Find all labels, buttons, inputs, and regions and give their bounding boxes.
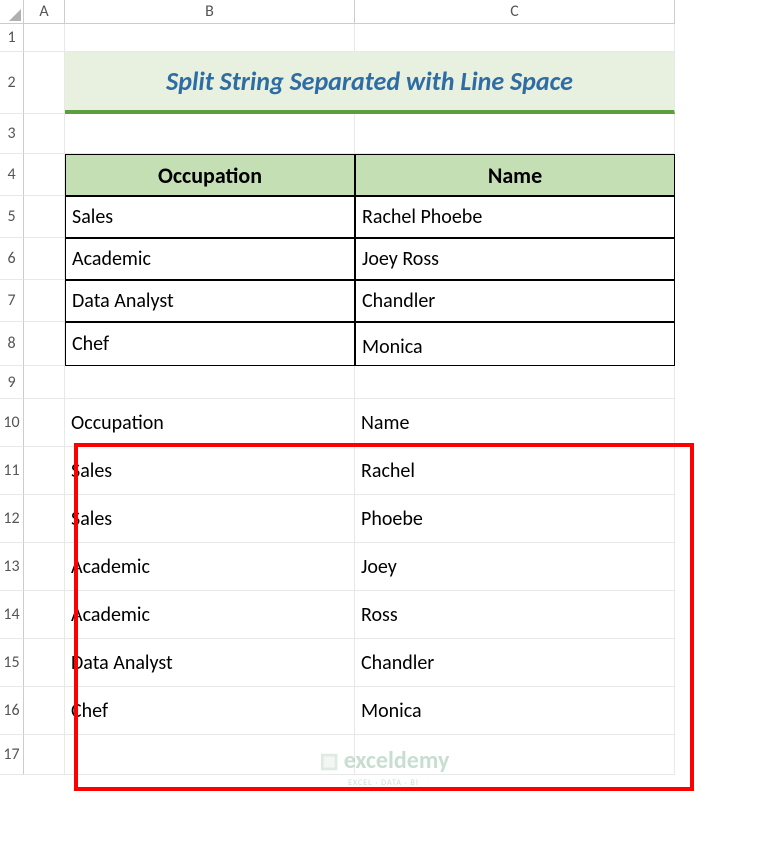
row-header-5[interactable]: 5 <box>0 196 24 238</box>
cell-b9[interactable] <box>65 366 355 399</box>
row-header-3[interactable]: 3 <box>0 114 24 154</box>
cell-a13[interactable] <box>24 543 65 591</box>
cell-a3[interactable] <box>24 114 65 154</box>
result-row[interactable]: Ross <box>355 591 675 639</box>
row-header-14[interactable]: 14 <box>0 591 24 639</box>
result-row[interactable]: Chef <box>65 687 355 735</box>
row-header-4[interactable]: 4 <box>0 154 24 196</box>
row-header-7[interactable]: 7 <box>0 280 24 322</box>
cell-a4[interactable] <box>24 154 65 196</box>
cell-a9[interactable] <box>24 366 65 399</box>
cell-a5[interactable] <box>24 196 65 238</box>
cell-c3[interactable] <box>355 114 675 154</box>
row-header-2[interactable]: 2 <box>0 52 24 114</box>
select-all-corner[interactable] <box>0 0 24 24</box>
cell-a12[interactable] <box>24 495 65 543</box>
cell-a17[interactable] <box>24 735 65 775</box>
result-row[interactable]: Joey <box>355 543 675 591</box>
spreadsheet-grid: A B C 1 2 Split String Separated with Li… <box>0 0 767 775</box>
title[interactable]: Split String Separated with Line Space <box>65 52 675 114</box>
cell-c17[interactable] <box>355 735 675 775</box>
cell-a14[interactable] <box>24 591 65 639</box>
result-row[interactable]: Monica <box>355 687 675 735</box>
table-header-name[interactable]: Name <box>355 154 675 196</box>
cell-b17[interactable] <box>65 735 355 775</box>
cell-a15[interactable] <box>24 639 65 687</box>
cell-a7[interactable] <box>24 280 65 322</box>
result-row[interactable]: Academic <box>65 591 355 639</box>
cell-a2[interactable] <box>24 52 65 114</box>
table-row[interactable]: Data Analyst <box>65 280 355 322</box>
row-header-16[interactable]: 16 <box>0 687 24 735</box>
row-header-9[interactable]: 9 <box>0 366 24 399</box>
cell-a16[interactable] <box>24 687 65 735</box>
table-row[interactable]: Rachel Phoebe <box>355 196 675 238</box>
col-header-b[interactable]: B <box>65 0 355 24</box>
row-header-11[interactable]: 11 <box>0 447 24 495</box>
col-header-a[interactable]: A <box>24 0 65 24</box>
result-header-occupation[interactable]: Occupation <box>65 399 355 447</box>
row-header-12[interactable]: 12 <box>0 495 24 543</box>
table-row[interactable]: Chef <box>65 322 355 366</box>
result-row[interactable]: Sales <box>65 447 355 495</box>
watermark-sub: EXCEL · DATA · BI <box>318 778 450 788</box>
cell-a10[interactable] <box>24 399 65 447</box>
row-header-13[interactable]: 13 <box>0 543 24 591</box>
result-row[interactable]: Sales <box>65 495 355 543</box>
row-header-8[interactable]: 8 <box>0 322 24 366</box>
cell-b3[interactable] <box>65 114 355 154</box>
result-row[interactable]: Phoebe <box>355 495 675 543</box>
cell-b1[interactable] <box>65 24 355 52</box>
result-row[interactable]: Data Analyst <box>65 639 355 687</box>
table-row[interactable]: Monica <box>355 322 675 366</box>
result-row[interactable]: Rachel <box>355 447 675 495</box>
result-row[interactable]: Chandler <box>355 639 675 687</box>
result-row[interactable]: Academic <box>65 543 355 591</box>
row-header-15[interactable]: 15 <box>0 639 24 687</box>
row-header-6[interactable]: 6 <box>0 238 24 280</box>
row-header-10[interactable]: 10 <box>0 399 24 447</box>
row-header-17[interactable]: 17 <box>0 735 24 775</box>
table-row[interactable]: Chandler <box>355 280 675 322</box>
cell-c9[interactable] <box>355 366 675 399</box>
result-header-name[interactable]: Name <box>355 399 675 447</box>
table-row[interactable]: Academic <box>65 238 355 280</box>
col-header-c[interactable]: C <box>355 0 675 24</box>
cell-a8[interactable] <box>24 322 65 366</box>
row-header-1[interactable]: 1 <box>0 24 24 52</box>
cell-a1[interactable] <box>24 24 65 52</box>
table-row[interactable]: Joey Ross <box>355 238 675 280</box>
cell-a6[interactable] <box>24 238 65 280</box>
table-header-occupation[interactable]: Occupation <box>65 154 355 196</box>
cell-c1[interactable] <box>355 24 675 52</box>
table-row[interactable]: Sales <box>65 196 355 238</box>
cell-a11[interactable] <box>24 447 65 495</box>
